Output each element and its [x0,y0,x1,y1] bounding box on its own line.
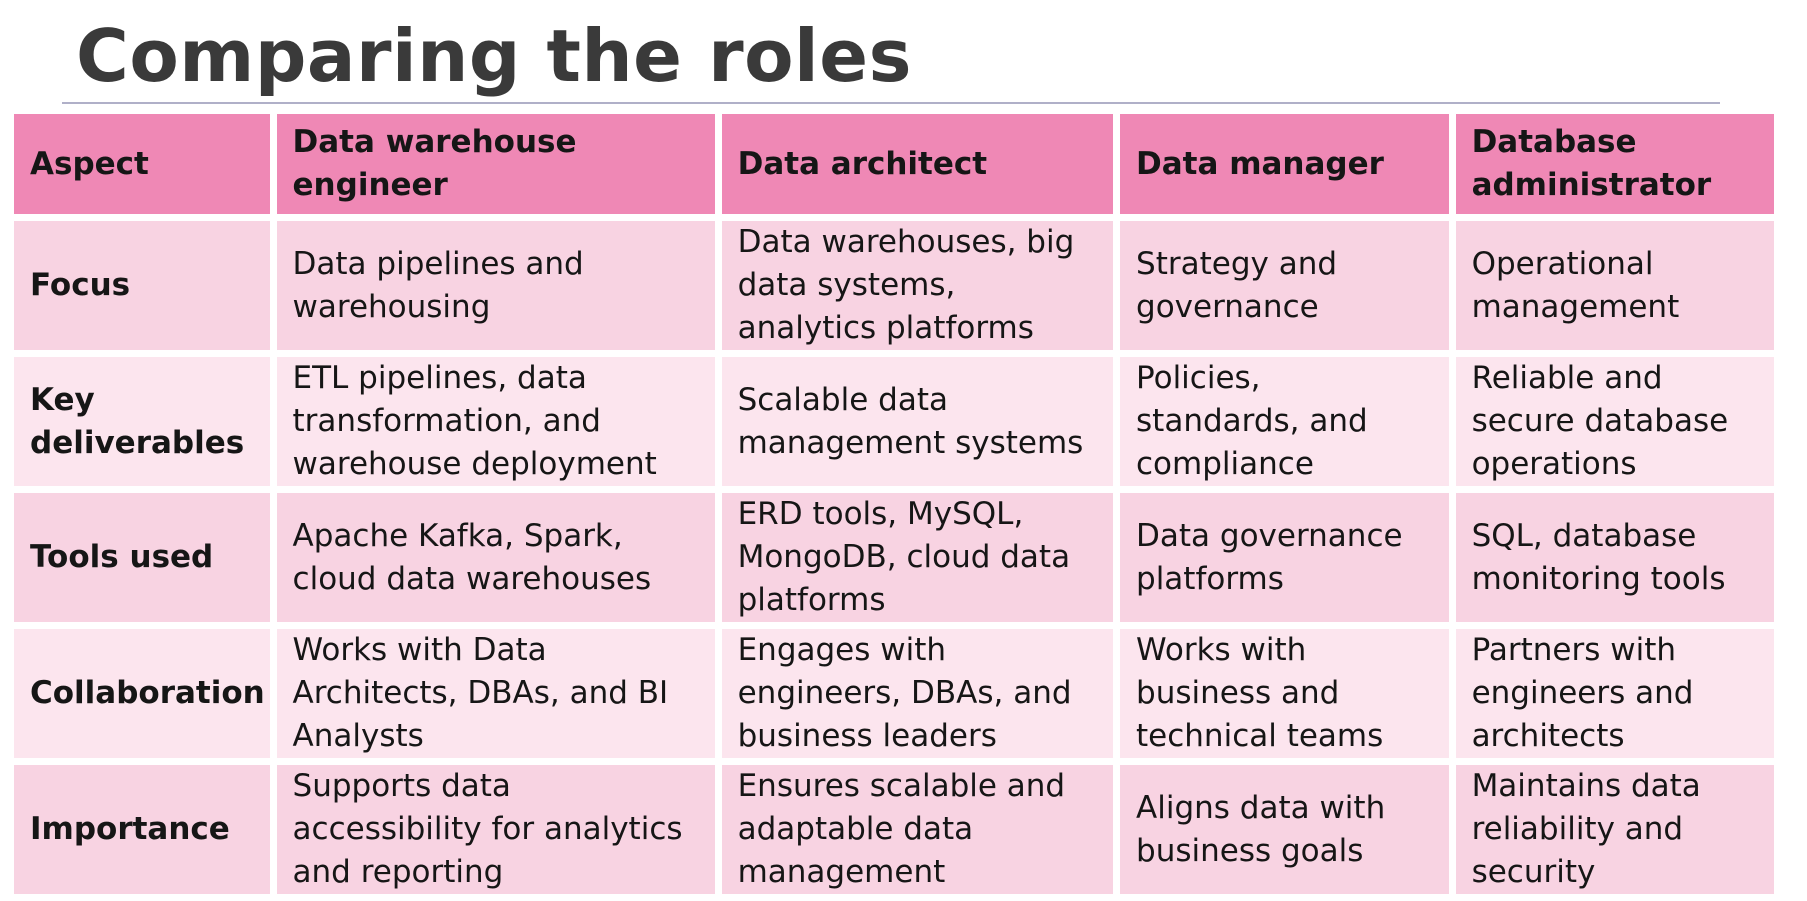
row-label-collaboration: Collaboration [14,629,270,758]
table-row-collaboration: Collaboration Works with Data Architects… [14,629,1774,758]
table-row-tools-used: Tools used Apache Kafka, Spark, cloud da… [14,493,1774,622]
table-cell: Works with business and technical teams [1120,629,1449,758]
row-label-importance: Importance [14,765,270,894]
table-cell: Aligns data with business goals [1120,765,1449,894]
header-data-warehouse-engineer: Data warehouse engineer [276,114,715,214]
table-cell: Policies, standards, and compliance [1120,357,1449,486]
table-row-key-deliverables: Key deliverables ETL pipelines, data tra… [14,357,1774,486]
table-cell: Apache Kafka, Spark, cloud data warehous… [276,493,715,622]
table-cell: Reliable and secure database operations [1455,357,1774,486]
roles-comparison-table: Aspect Data warehouse engineer Data arch… [7,107,1781,901]
table-header-row: Aspect Data warehouse engineer Data arch… [14,114,1774,214]
header-database-administrator: Database administrator [1455,114,1774,214]
table-cell: ETL pipelines, data transformation, and … [276,357,715,486]
table-cell: Data governance platforms [1120,493,1449,622]
table-row-importance: Importance Supports data accessibility f… [14,765,1774,894]
table-cell: Supports data accessibility for analytic… [276,765,715,894]
table-cell: Works with Data Architects, DBAs, and BI… [276,629,715,758]
table-cell: Operational management [1455,221,1774,350]
table-cell: Data pipelines and warehousing [276,221,715,350]
table-row-focus: Focus Data pipelines and warehousing Dat… [14,221,1774,350]
table-cell: ERD tools, MySQL, MongoDB, cloud data pl… [721,493,1114,622]
table-cell: Scalable data management systems [721,357,1114,486]
table-cell: Maintains data reliability and security [1455,765,1774,894]
table-cell: Data warehouses, big data systems, analy… [721,221,1114,350]
row-label-tools-used: Tools used [14,493,270,622]
header-aspect: Aspect [14,114,270,214]
row-label-focus: Focus [14,221,270,350]
title-divider [62,102,1720,104]
header-data-manager: Data manager [1120,114,1449,214]
table-cell: Ensures scalable and adaptable data mana… [721,765,1114,894]
table-cell: Partners with engineers and architects [1455,629,1774,758]
table-cell: SQL, database monitoring tools [1455,493,1774,622]
table-cell: Strategy and governance [1120,221,1449,350]
row-label-key-deliverables: Key deliverables [14,357,270,486]
slide-title: Comparing the roles [76,14,912,98]
table-cell: Engages with engineers, DBAs, and busine… [721,629,1114,758]
header-data-architect: Data architect [721,114,1114,214]
